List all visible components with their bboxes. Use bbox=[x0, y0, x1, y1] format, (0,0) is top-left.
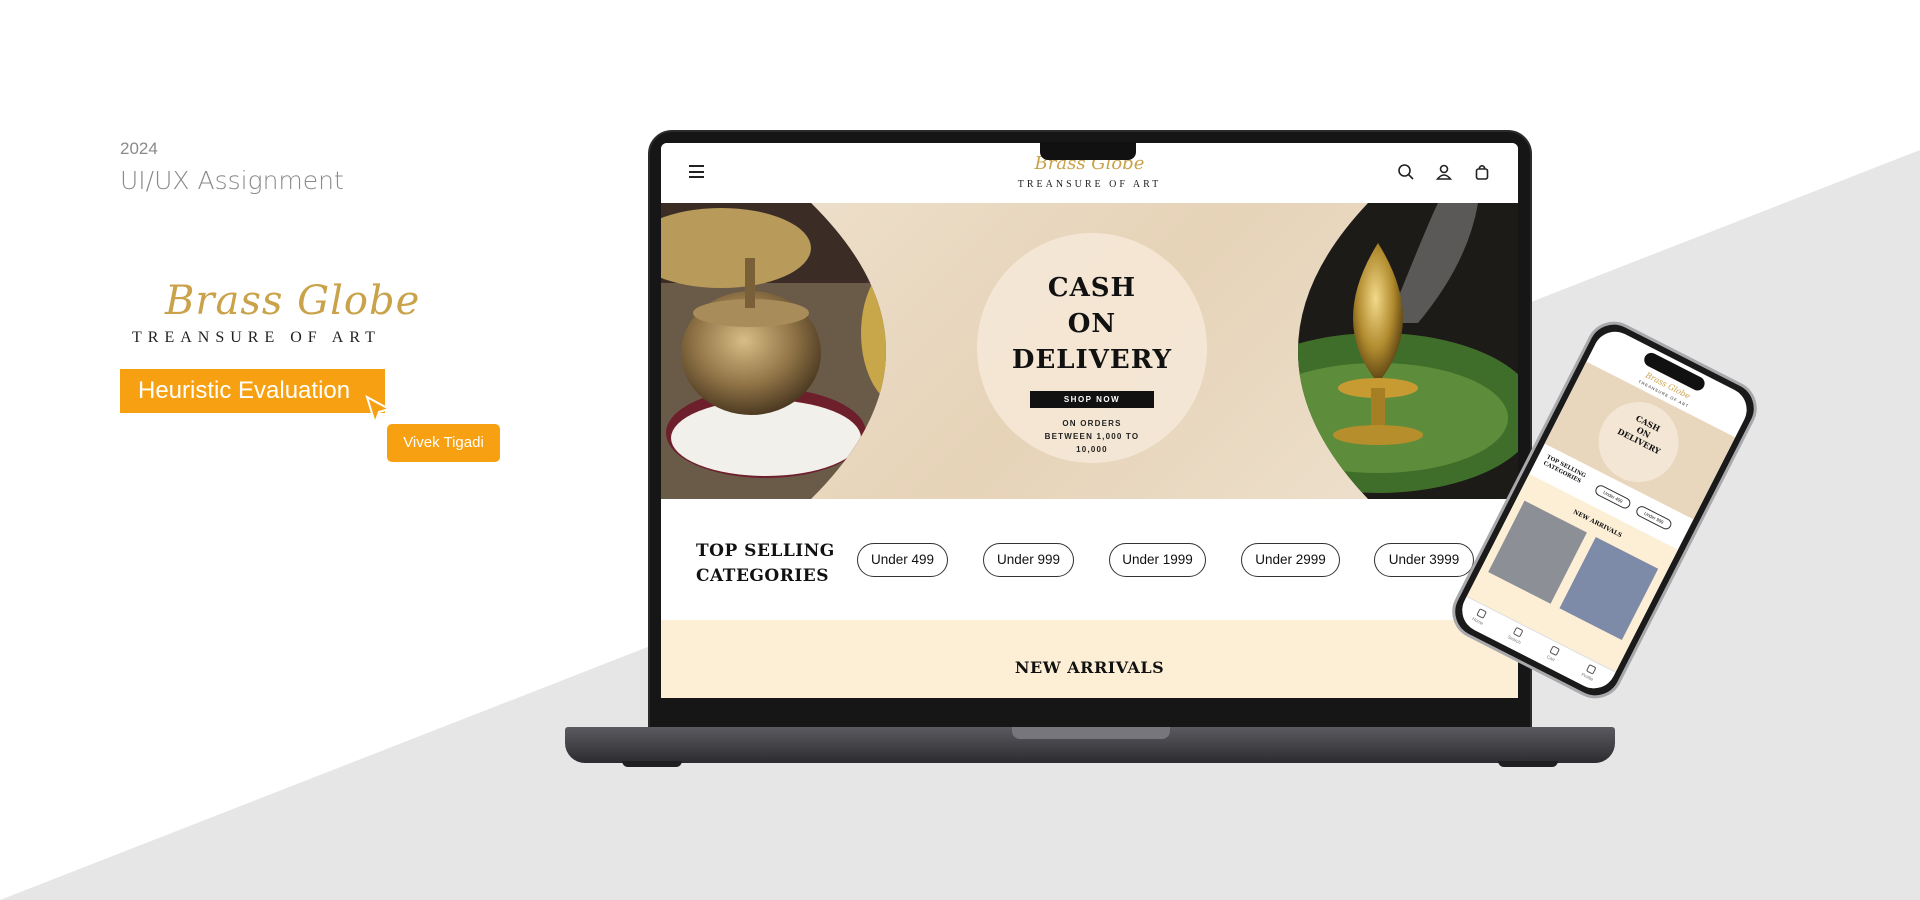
hero-note-line: ON ORDERS bbox=[1062, 419, 1122, 428]
cat-title-line: TOP SELLING bbox=[696, 541, 835, 561]
hero-note-line: BETWEEN 1,000 TO bbox=[1044, 432, 1140, 441]
new-arrivals-section: NEW ARRIVALS bbox=[661, 620, 1518, 698]
hero-note-line: 10,000 bbox=[1076, 445, 1108, 454]
hero-title-line: DELIVERY bbox=[1011, 345, 1173, 375]
author-badge: Vivek Tigadi bbox=[387, 424, 500, 462]
phone-category-pill[interactable]: Under 999 bbox=[1634, 504, 1674, 532]
pointer-cursor-icon bbox=[365, 395, 392, 427]
category-pill[interactable]: Under 2999 bbox=[1241, 543, 1340, 577]
laptop-screen: Brass Globe TREANSURE OF ART CASH ON DEL… bbox=[661, 143, 1518, 698]
hero-title: CASH ON DELIVERY bbox=[977, 270, 1207, 378]
laptop-foot bbox=[622, 761, 682, 767]
cart-icon bbox=[1549, 645, 1561, 657]
search-icon[interactable] bbox=[1397, 163, 1415, 181]
phone-mockup: Brass Globe TREANSURE OF ART CASH ON DEL… bbox=[1442, 312, 1767, 708]
top-selling-categories-title: TOP SELLING CATEGORIES bbox=[696, 539, 835, 589]
hero-banner[interactable]: CASH ON DELIVERY SHOP NOW ON ORDERS BETW… bbox=[661, 203, 1518, 499]
phone-frame: Brass Globe TREANSURE OF ART CASH ON DEL… bbox=[1442, 312, 1767, 708]
search-icon bbox=[1512, 626, 1524, 638]
brand-logo-tagline: TREANSURE OF ART bbox=[132, 329, 381, 346]
hero-title-line: CASH bbox=[1047, 273, 1137, 303]
brand-logo-script: Brass Globe bbox=[165, 278, 421, 324]
assignment-title: UI/UX Assignment bbox=[120, 166, 344, 195]
year-label: 2024 bbox=[120, 139, 158, 158]
laptop-notch bbox=[1040, 142, 1136, 160]
home-icon bbox=[1476, 608, 1488, 619]
brass-pot-image bbox=[661, 203, 886, 499]
site-logo-tagline: TREANSURE OF ART bbox=[1017, 179, 1162, 190]
heuristic-evaluation-badge: Heuristic Evaluation bbox=[120, 369, 385, 413]
shop-now-button[interactable]: SHOP NOW bbox=[1030, 391, 1154, 408]
category-pill[interactable]: Under 1999 bbox=[1109, 543, 1206, 577]
new-arrivals-title: NEW ARRIVALS bbox=[1014, 658, 1165, 677]
bag-icon[interactable] bbox=[1473, 163, 1491, 181]
phone-new-arrivals: NEW ARRIVALS bbox=[1465, 473, 1678, 675]
category-pill[interactable]: Under 999 bbox=[983, 543, 1074, 577]
category-pill[interactable]: Under 499 bbox=[857, 543, 948, 577]
cat-title-line: CATEGORIES bbox=[696, 566, 830, 586]
user-icon[interactable] bbox=[1435, 163, 1453, 181]
laptop-foot bbox=[1498, 761, 1558, 767]
hero-note: ON ORDERS BETWEEN 1,000 TO 10,000 bbox=[1027, 417, 1157, 456]
profile-icon bbox=[1585, 663, 1597, 675]
laptop-base-notch bbox=[1012, 727, 1170, 739]
hero-title-line: ON bbox=[1067, 309, 1117, 339]
phone-screen: Brass Globe TREANSURE OF ART CASH ON DEL… bbox=[1454, 324, 1755, 696]
phone-category-pill[interactable]: Under 499 bbox=[1593, 483, 1633, 511]
